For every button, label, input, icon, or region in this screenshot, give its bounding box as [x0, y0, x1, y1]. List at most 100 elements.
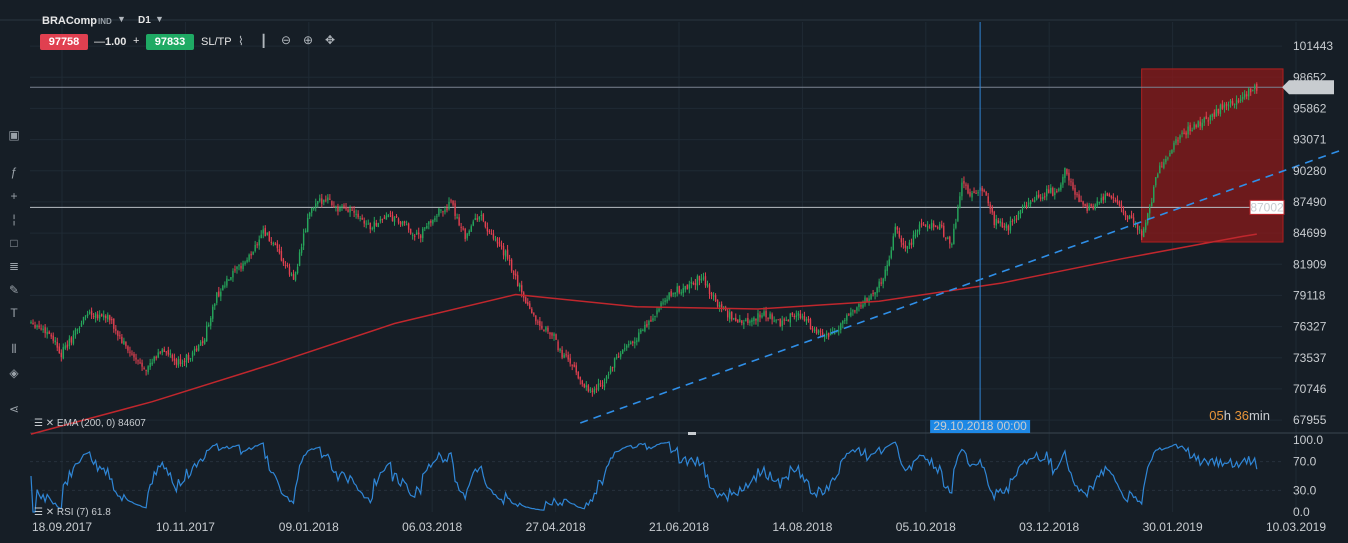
candle	[706, 283, 709, 287]
layers-icon[interactable]: ◈	[0, 366, 28, 380]
candle	[1130, 215, 1133, 219]
candle	[129, 351, 131, 353]
candle	[1171, 149, 1173, 154]
candle	[1037, 194, 1040, 198]
fibonacci-icon[interactable]: ≣	[0, 259, 28, 273]
chevron-down-icon[interactable]: ▼	[117, 14, 126, 24]
candle	[1027, 202, 1030, 207]
text-icon[interactable]: T	[0, 306, 28, 320]
candle	[302, 233, 305, 246]
candle	[460, 226, 462, 228]
menu-icon[interactable]: ☰ ✕	[34, 507, 57, 518]
candle	[50, 334, 52, 337]
candle	[611, 367, 614, 369]
rsi-indicator-label[interactable]: ☰ ✕ RSI (7) 61.8	[34, 507, 111, 518]
menu-icon[interactable]: ☰ ✕	[34, 418, 57, 429]
candle	[105, 315, 107, 319]
candle	[84, 315, 87, 317]
candle	[928, 227, 931, 229]
candle	[197, 345, 200, 351]
date-axis-label: 10.11.2017	[156, 520, 215, 534]
timeframe-select[interactable]: D1	[138, 15, 151, 26]
price-axis-label: 90280	[1293, 164, 1327, 178]
candle	[1249, 88, 1252, 93]
candle	[361, 217, 363, 220]
candle	[125, 341, 127, 347]
candle	[454, 203, 456, 216]
candle	[52, 335, 54, 341]
candle	[999, 220, 1002, 224]
candle	[339, 207, 341, 211]
current-price-label: 97758	[1293, 80, 1327, 94]
move-icon[interactable]: ✥	[325, 33, 335, 47]
candle	[68, 338, 71, 347]
window-icon[interactable]: ▣	[0, 128, 28, 142]
zoom-in-icon[interactable]: ⊕	[303, 33, 313, 47]
rsi-axis-label: 70.0	[1293, 455, 1317, 469]
candle	[313, 208, 315, 210]
candle	[446, 208, 448, 211]
candles-icon[interactable]: ┃	[260, 34, 267, 48]
candle	[337, 206, 339, 212]
candle	[258, 239, 260, 246]
candle	[866, 298, 868, 302]
rectangle-icon[interactable]: □	[0, 236, 28, 250]
candle	[292, 274, 295, 280]
price-axis-label: 79118	[1293, 288, 1326, 302]
candle	[731, 312, 733, 320]
candle	[407, 223, 410, 230]
candle	[1179, 135, 1181, 140]
pen-icon[interactable]: ✎	[0, 283, 28, 297]
function-icon[interactable]: ƒ	[0, 165, 28, 179]
candle	[415, 232, 418, 235]
candle	[1068, 172, 1070, 181]
candle	[688, 284, 691, 289]
candle	[773, 320, 775, 322]
candle	[96, 314, 99, 319]
toolbar: BRAComp IND ▼ D1 ▼ 97758 — 1.00 + 97833 …	[0, 0, 1348, 60]
candle	[268, 231, 271, 242]
line-chart-icon[interactable]: ⌇	[238, 34, 244, 48]
candle	[793, 315, 796, 317]
candle	[741, 320, 743, 323]
sell-button[interactable]: 97758	[40, 34, 88, 50]
candle	[640, 329, 642, 333]
sltp-button[interactable]: SL/TP	[201, 36, 232, 48]
candle	[298, 252, 301, 266]
candle	[1247, 88, 1250, 97]
candle	[656, 310, 658, 315]
lot-increase-button[interactable]: +	[133, 35, 139, 47]
chevron-down-icon[interactable]: ▼	[155, 14, 164, 24]
lot-decrease-button[interactable]: —	[94, 36, 105, 48]
candle	[102, 315, 105, 318]
candle	[619, 353, 622, 357]
candle	[761, 315, 763, 318]
ema-indicator-label[interactable]: ☰ ✕ EMA (200, 0) 84607	[34, 418, 146, 429]
candle	[613, 358, 616, 368]
candle	[107, 314, 109, 320]
candle	[628, 344, 630, 346]
buy-button[interactable]: 97833	[146, 34, 194, 50]
candle	[589, 389, 592, 391]
candle	[757, 313, 759, 322]
symbol-name[interactable]: BRAComp	[42, 15, 97, 27]
candle	[466, 233, 468, 239]
candle	[953, 228, 955, 244]
crosshair-icon[interactable]: +	[0, 189, 28, 203]
candle	[161, 349, 163, 353]
candle	[573, 364, 575, 367]
bars-icon[interactable]: ⫴	[0, 342, 28, 357]
candle	[591, 390, 594, 393]
date-axis-label: 18.09.2017	[32, 520, 92, 534]
zoom-out-icon[interactable]: ⊖	[281, 33, 291, 47]
candle	[1153, 186, 1155, 202]
candle	[40, 328, 42, 330]
candle	[284, 264, 287, 266]
candle	[216, 292, 218, 303]
candle	[405, 224, 408, 226]
lot-size-input[interactable]: 1.00	[105, 36, 126, 48]
chart-canvas[interactable]: 29.10.2018 00:00101443986529586293071902…	[0, 0, 1348, 543]
vertical-line-icon[interactable]: ¦	[0, 212, 28, 226]
share-icon[interactable]: ⋖	[0, 402, 28, 416]
candle	[555, 334, 557, 340]
